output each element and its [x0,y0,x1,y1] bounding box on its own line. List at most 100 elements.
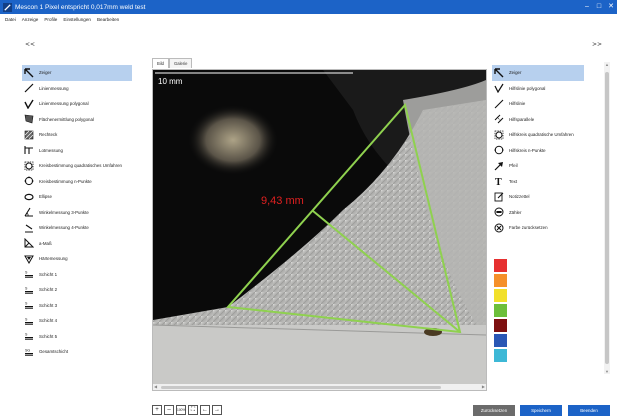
tool-label: Hilfslinie [509,101,526,107]
right-tool-zaehler[interactable]: Zähler [492,205,584,221]
right-tool-notizzettel[interactable]: Notizzettel [492,189,584,205]
layer-icon: S [25,271,33,279]
polyline-measure-icon [24,99,34,109]
menu-profile[interactable]: Profile [44,17,57,22]
left-tool-rechteck[interactable]: Rechteck [22,127,132,143]
rectangle-icon [24,130,34,140]
color-swatch[interactable] [494,304,507,317]
tool-label: Hilfslinie polygonal [509,85,546,91]
circle-npoints-icon [24,176,34,186]
close-button[interactable]: ✕ [605,0,617,14]
color-swatch[interactable] [494,289,507,302]
vertical-scrollbar[interactable]: ▲ ▼ [604,62,610,374]
right-tool-hilfskreis-quadratische-umfahren[interactable]: Hilfskreis quadratische Umfahren [492,127,584,143]
left-tool-flaechenermittlung-polygonal[interactable]: Flächenermittlung polygonal [22,112,132,128]
layer-total-icon: SG [25,348,33,356]
micrograph-canvas[interactable]: 10 mm 9,43 mm [153,70,486,384]
collapse-left-button[interactable]: << [25,41,35,48]
horizontal-scroll-thumb[interactable] [161,385,441,389]
scroll-down-icon[interactable]: ▼ [604,369,610,374]
minimize-button[interactable]: – [581,0,593,14]
color-swatch[interactable] [494,259,507,272]
angle-4pt-icon [25,224,33,233]
left-tool-linienmessung-polygonal[interactable]: Linienmessung polygonal [22,96,132,112]
reset-color-icon [494,223,504,233]
right-tool-hilfsparallele[interactable]: Hilfsparallele [492,112,584,128]
measurement-label: 9,43 mm [261,195,304,207]
title-bar: Mescon 1 Pixel entspricht 0,017mm weld t… [0,0,617,14]
left-tool-zeiger[interactable]: Zeiger [22,65,132,81]
left-tool-schicht-5[interactable]: S Schicht 5 [22,329,132,345]
tab-bild[interactable]: Bild [152,58,169,68]
layer-icon: S [25,317,33,325]
right-tool-text[interactable]: T Text [492,174,584,190]
scroll-right-icon[interactable]: ▶ [482,384,485,390]
image-viewer[interactable]: 10 mm 9,43 mm ◀ ▶ [152,69,487,391]
a-measure-icon [24,238,34,248]
menu-bar: Datei Anzeige Profile Einstellungen Bear… [0,14,617,24]
horizontal-scrollbar[interactable]: ◀ ▶ [153,384,486,390]
right-tool-hilfslinie-polygonal[interactable]: Hilfslinie polygonal [492,81,584,97]
tool-label: Notizzettel [509,194,530,200]
tab-galerie[interactable]: Galerie [168,58,193,68]
measurement-tools-panel: Zeiger Linienmessung Linienmessung polygon… [22,65,132,360]
left-tool-schicht-4[interactable]: S Schicht 4 [22,313,132,329]
tool-label: Schicht 5 [39,333,58,339]
vertical-scroll-thumb[interactable] [605,72,609,364]
left-tool-linienmessung[interactable]: Linienmessung [22,81,132,97]
line-measure-icon [24,83,34,93]
angle-3pt-icon [24,207,33,217]
layer-icon: S [25,302,33,310]
menu-anzeige[interactable]: Anzeige [22,17,39,22]
next-button[interactable]: → [212,405,222,415]
fit-screen-button[interactable]: ⛶ [188,405,198,415]
view-tabs: Bild Galerie [152,58,193,68]
left-tool-winkelmessung-4-punkte[interactable]: Winkelmessung 4-Punkte [22,220,132,236]
left-tool-kreisbestimmung-n-punkte[interactable]: Kreisbestimmung n-Punkte [22,174,132,190]
left-tool-a-mass[interactable]: a-Maß [22,236,132,252]
menu-einstellungen[interactable]: Einstellungen [63,17,91,22]
left-tool-schicht-1[interactable]: S Schicht 1 [22,267,132,283]
scroll-up-icon[interactable]: ▲ [604,62,610,67]
zoom-controls: + – 100% ⛶ ← → [152,405,224,415]
tool-label: Kreisbestimmung quadratisches Umfahren [39,163,122,169]
collapse-right-button[interactable]: >> [592,41,602,48]
tool-label: Winkelmessung 4-Punkte [39,225,89,231]
tool-label: a-Maß [39,240,52,246]
exit-button[interactable]: Beenden [568,405,610,416]
right-tool-pfeil[interactable]: Pfeil [492,158,584,174]
right-tool-hilfskreis-n-punkte[interactable]: Hilfskreis n-Punkte [492,143,584,159]
maximize-button[interactable]: □ [593,0,605,14]
left-tool-kreisbestimmung-quadratisches-umfahren[interactable]: Kreisbestimmung quadratisches Umfahren [22,158,132,174]
left-tool-ellipse[interactable]: Ellipse [22,189,132,205]
color-swatch[interactable] [494,274,507,287]
color-swatch[interactable] [494,349,507,362]
svg-text:SG: SG [25,348,30,352]
menu-bearbeiten[interactable]: Bearbeiten [97,17,119,22]
left-tool-schicht-3[interactable]: S Schicht 3 [22,298,132,314]
layer-icon: S [25,333,33,341]
right-tool-zeiger[interactable]: Zeiger [492,65,584,81]
save-button[interactable]: Speichern [520,405,562,416]
left-tool-schicht-2[interactable]: S Schicht 2 [22,282,132,298]
right-tool-hilfslinie[interactable]: Hilfslinie [492,96,584,112]
previous-button[interactable]: ← [200,405,210,415]
zoom-out-button[interactable]: – [164,405,174,415]
zoom-100-button[interactable]: 100% [176,405,186,415]
left-tool-gesamtschicht[interactable]: SG Gesamtschicht [22,344,132,360]
tool-label: Hilfskreis quadratische Umfahren [509,132,574,138]
zoom-in-button[interactable]: + [152,405,162,415]
left-tool-haertemessung[interactable]: Härtemessung [22,251,132,267]
menu-datei[interactable]: Datei [5,17,16,22]
aux-line-icon [494,99,504,109]
tool-label: Pfeil [509,163,518,169]
color-swatch[interactable] [494,334,507,347]
left-tool-winkelmessung-3-punkte[interactable]: Winkelmessung 3-Punkte [22,205,132,221]
left-tool-lotmessung[interactable]: Lotmessung [22,143,132,159]
note-icon [494,192,504,202]
reset-button[interactable]: Zurücksetzen [473,405,515,416]
color-swatch[interactable] [494,319,507,332]
right-tool-farbe-zuruecksetzen[interactable]: Farbe zurücksetzen [492,220,584,236]
window-title: Mescon 1 Pixel entspricht 0,017mm weld t… [15,3,146,11]
scroll-left-icon[interactable]: ◀ [154,384,157,390]
